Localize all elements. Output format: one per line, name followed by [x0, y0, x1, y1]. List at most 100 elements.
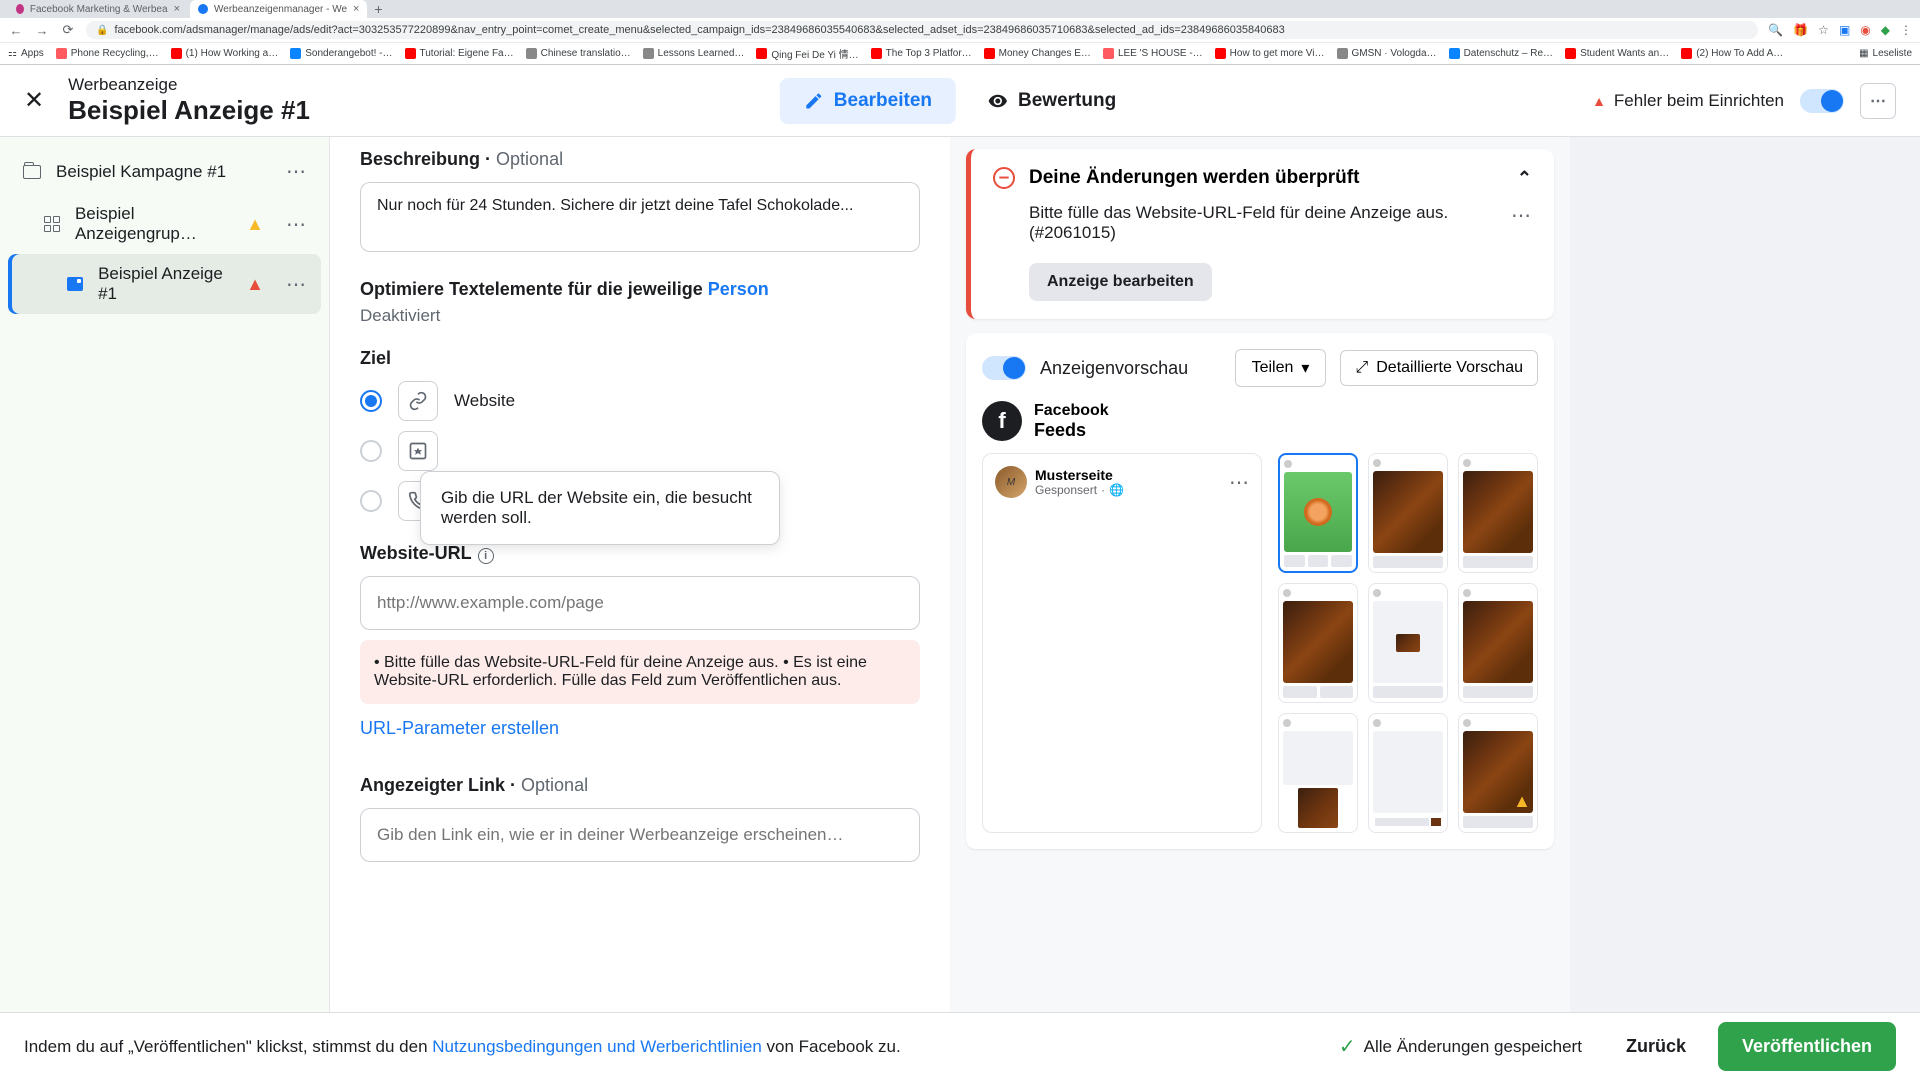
tab-edit-label: Bearbeiten — [834, 90, 932, 112]
url-params-link[interactable]: URL-Parameter erstellen — [360, 718, 559, 739]
browser-tab[interactable]: Facebook Marketing & Werbea× — [8, 0, 188, 18]
radio-input[interactable] — [360, 440, 382, 462]
tree-campaign[interactable]: Beispiel Kampagne #1 ⋯ — [8, 149, 321, 194]
right-panel: – Deine Änderungen werden überprüft ⌃ Bi… — [950, 137, 1570, 1012]
tab-favicon — [16, 4, 24, 14]
tab-favicon — [198, 4, 208, 14]
bookmark-favicon — [756, 48, 767, 59]
placement-thumb[interactable] — [1278, 713, 1358, 833]
row-menu-icon[interactable]: ⋯ — [286, 159, 307, 184]
browser-tab-active[interactable]: Werbeanzeigenmanager - We× — [190, 0, 367, 18]
website-url-input[interactable] — [360, 576, 920, 630]
gift-icon[interactable]: 🎁 — [1793, 23, 1808, 37]
bookmark-item[interactable]: Sonderangebot! -… — [290, 48, 392, 59]
display-link-input[interactable] — [360, 808, 920, 862]
star-icon[interactable]: ☆ — [1818, 23, 1829, 37]
row-menu-icon[interactable]: ⋯ — [286, 272, 307, 297]
bookmark-item[interactable]: Student Wants an… — [1565, 48, 1669, 59]
bookmark-item[interactable]: (1) How Working a… — [171, 48, 279, 59]
row-menu-icon[interactable]: ⋯ — [286, 212, 307, 237]
info-icon[interactable]: i — [478, 548, 494, 564]
tab-review[interactable]: Bewertung — [964, 78, 1140, 124]
browser-tabs: Facebook Marketing & Werbea× Werbeanzeig… — [0, 0, 1920, 18]
tab-close-icon[interactable]: × — [174, 3, 180, 15]
detailed-preview-button[interactable]: ⤢Detaillierte Vorschau — [1340, 350, 1538, 386]
bookmark-favicon — [405, 48, 416, 59]
bookmark-item[interactable]: Datenschutz – Re… — [1449, 48, 1554, 59]
new-tab-button[interactable]: + — [369, 1, 387, 17]
placement-thumb[interactable] — [1458, 453, 1538, 573]
post-menu-icon[interactable]: ⋯ — [1229, 470, 1249, 495]
review-item-menu[interactable]: ⋯ — [1511, 203, 1532, 228]
radio-website[interactable]: Website — [360, 381, 920, 421]
placement-thumb[interactable] — [1278, 583, 1358, 703]
globe-icon: 🌐 — [1109, 483, 1124, 497]
description-textarea[interactable] — [360, 182, 920, 252]
bookmark-favicon — [1103, 48, 1114, 59]
bookmark-item[interactable]: Tutorial: Eigene Fa… — [405, 48, 514, 59]
bookmark-item[interactable]: How to get more Vi… — [1215, 48, 1325, 59]
bookmark-item[interactable]: The Top 3 Platfor… — [871, 48, 972, 59]
placement-thumb[interactable] — [1368, 713, 1448, 833]
tree-ad[interactable]: Beispiel Anzeige #1 ▲ ⋯ — [8, 254, 321, 314]
sponsored-label: Gesponsert — [1035, 483, 1097, 497]
destination-label: Ziel — [360, 348, 920, 369]
ad-toggle[interactable] — [1800, 89, 1844, 113]
radio-input[interactable] — [360, 390, 382, 412]
more-menu-button[interactable]: ⋯ — [1860, 83, 1896, 119]
publish-button[interactable]: Veröffentlichen — [1718, 1022, 1896, 1071]
bookmarks-bar: ⚏Apps Phone Recycling,… (1) How Working … — [0, 42, 1920, 64]
placement-thumb[interactable] — [1368, 583, 1448, 703]
address-row: ← → ⟳ 🔒facebook.com/adsmanager/manage/ad… — [0, 18, 1920, 42]
radio-website-label: Website — [454, 391, 515, 411]
star-box-icon — [398, 431, 438, 471]
menu-icon[interactable]: ⋮ — [1900, 23, 1912, 37]
placement-thumb[interactable] — [1368, 453, 1448, 573]
bookmark-item[interactable]: (2) How To Add A… — [1681, 48, 1783, 59]
tree-adset[interactable]: Beispiel Anzeigengrup… ▲ ⋯ — [8, 194, 321, 254]
bookmark-item[interactable]: Chinese translatio… — [526, 48, 631, 59]
bookmark-item[interactable]: Phone Recycling,… — [56, 48, 159, 59]
radio-event[interactable] — [360, 431, 920, 471]
bookmark-item[interactable]: LEE 'S HOUSE -… — [1103, 48, 1203, 59]
edit-ad-button[interactable]: Anzeige bearbeiten — [1029, 263, 1212, 301]
reading-list[interactable]: ▦ Leseliste — [1859, 48, 1912, 59]
bookmark-favicon — [1565, 48, 1576, 59]
bookmark-item[interactable]: Money Changes E… — [984, 48, 1091, 59]
extension-icon[interactable]: ◉ — [1860, 23, 1870, 37]
tab-close-icon[interactable]: × — [353, 3, 359, 15]
terms-link[interactable]: Nutzungsbedingungen und Werberichtlinien — [432, 1037, 762, 1056]
close-button[interactable]: ✕ — [24, 86, 44, 115]
tab-review-label: Bewertung — [1018, 90, 1116, 112]
extension-icon[interactable]: ▣ — [1839, 23, 1850, 37]
reload-icon[interactable]: ⟳ — [60, 22, 76, 38]
bookmark-item[interactable]: GMSN · Vologda… — [1337, 48, 1437, 59]
bookmark-item[interactable]: Lessons Learned… — [643, 48, 745, 59]
back-icon[interactable]: ← — [8, 23, 24, 38]
bookmark-favicon — [56, 48, 67, 59]
tab-edit[interactable]: Bearbeiten — [780, 78, 956, 124]
bookmark-item[interactable]: Qing Fei De Yi 情… — [756, 46, 858, 61]
page-title: Beispiel Anzeige #1 — [68, 95, 310, 126]
address-bar[interactable]: 🔒facebook.com/adsmanager/manage/ads/edit… — [86, 21, 1758, 39]
back-button[interactable]: Zurück — [1606, 1024, 1706, 1069]
url-error-message: • Bitte fülle das Website-URL-Feld für d… — [360, 640, 920, 704]
extension-icon[interactable]: ◆ — [1881, 23, 1890, 37]
ad-form: Beschreibung · Optional Optimiere Textel… — [330, 137, 950, 1012]
forward-icon[interactable]: → — [34, 23, 50, 38]
placement-name: Feeds — [1034, 420, 1109, 441]
placement-thumb[interactable] — [1278, 453, 1358, 573]
placement-thumb[interactable] — [1458, 583, 1538, 703]
warning-triangle-icon: ▲ — [1513, 791, 1531, 812]
folder-icon — [22, 162, 42, 182]
apps-button[interactable]: ⚏Apps — [8, 48, 44, 59]
share-button[interactable]: Teilen▾ — [1235, 349, 1327, 387]
eye-icon — [988, 91, 1008, 111]
preview-toggle[interactable] — [982, 356, 1026, 380]
optimize-person-link[interactable]: Person — [708, 279, 769, 299]
zoom-icon[interactable]: 🔍 — [1768, 23, 1783, 37]
radio-input[interactable] — [360, 490, 382, 512]
page-avatar: M — [995, 466, 1027, 498]
chevron-up-icon[interactable]: ⌃ — [1517, 168, 1532, 189]
placement-thumb[interactable]: ▲ — [1458, 713, 1538, 833]
